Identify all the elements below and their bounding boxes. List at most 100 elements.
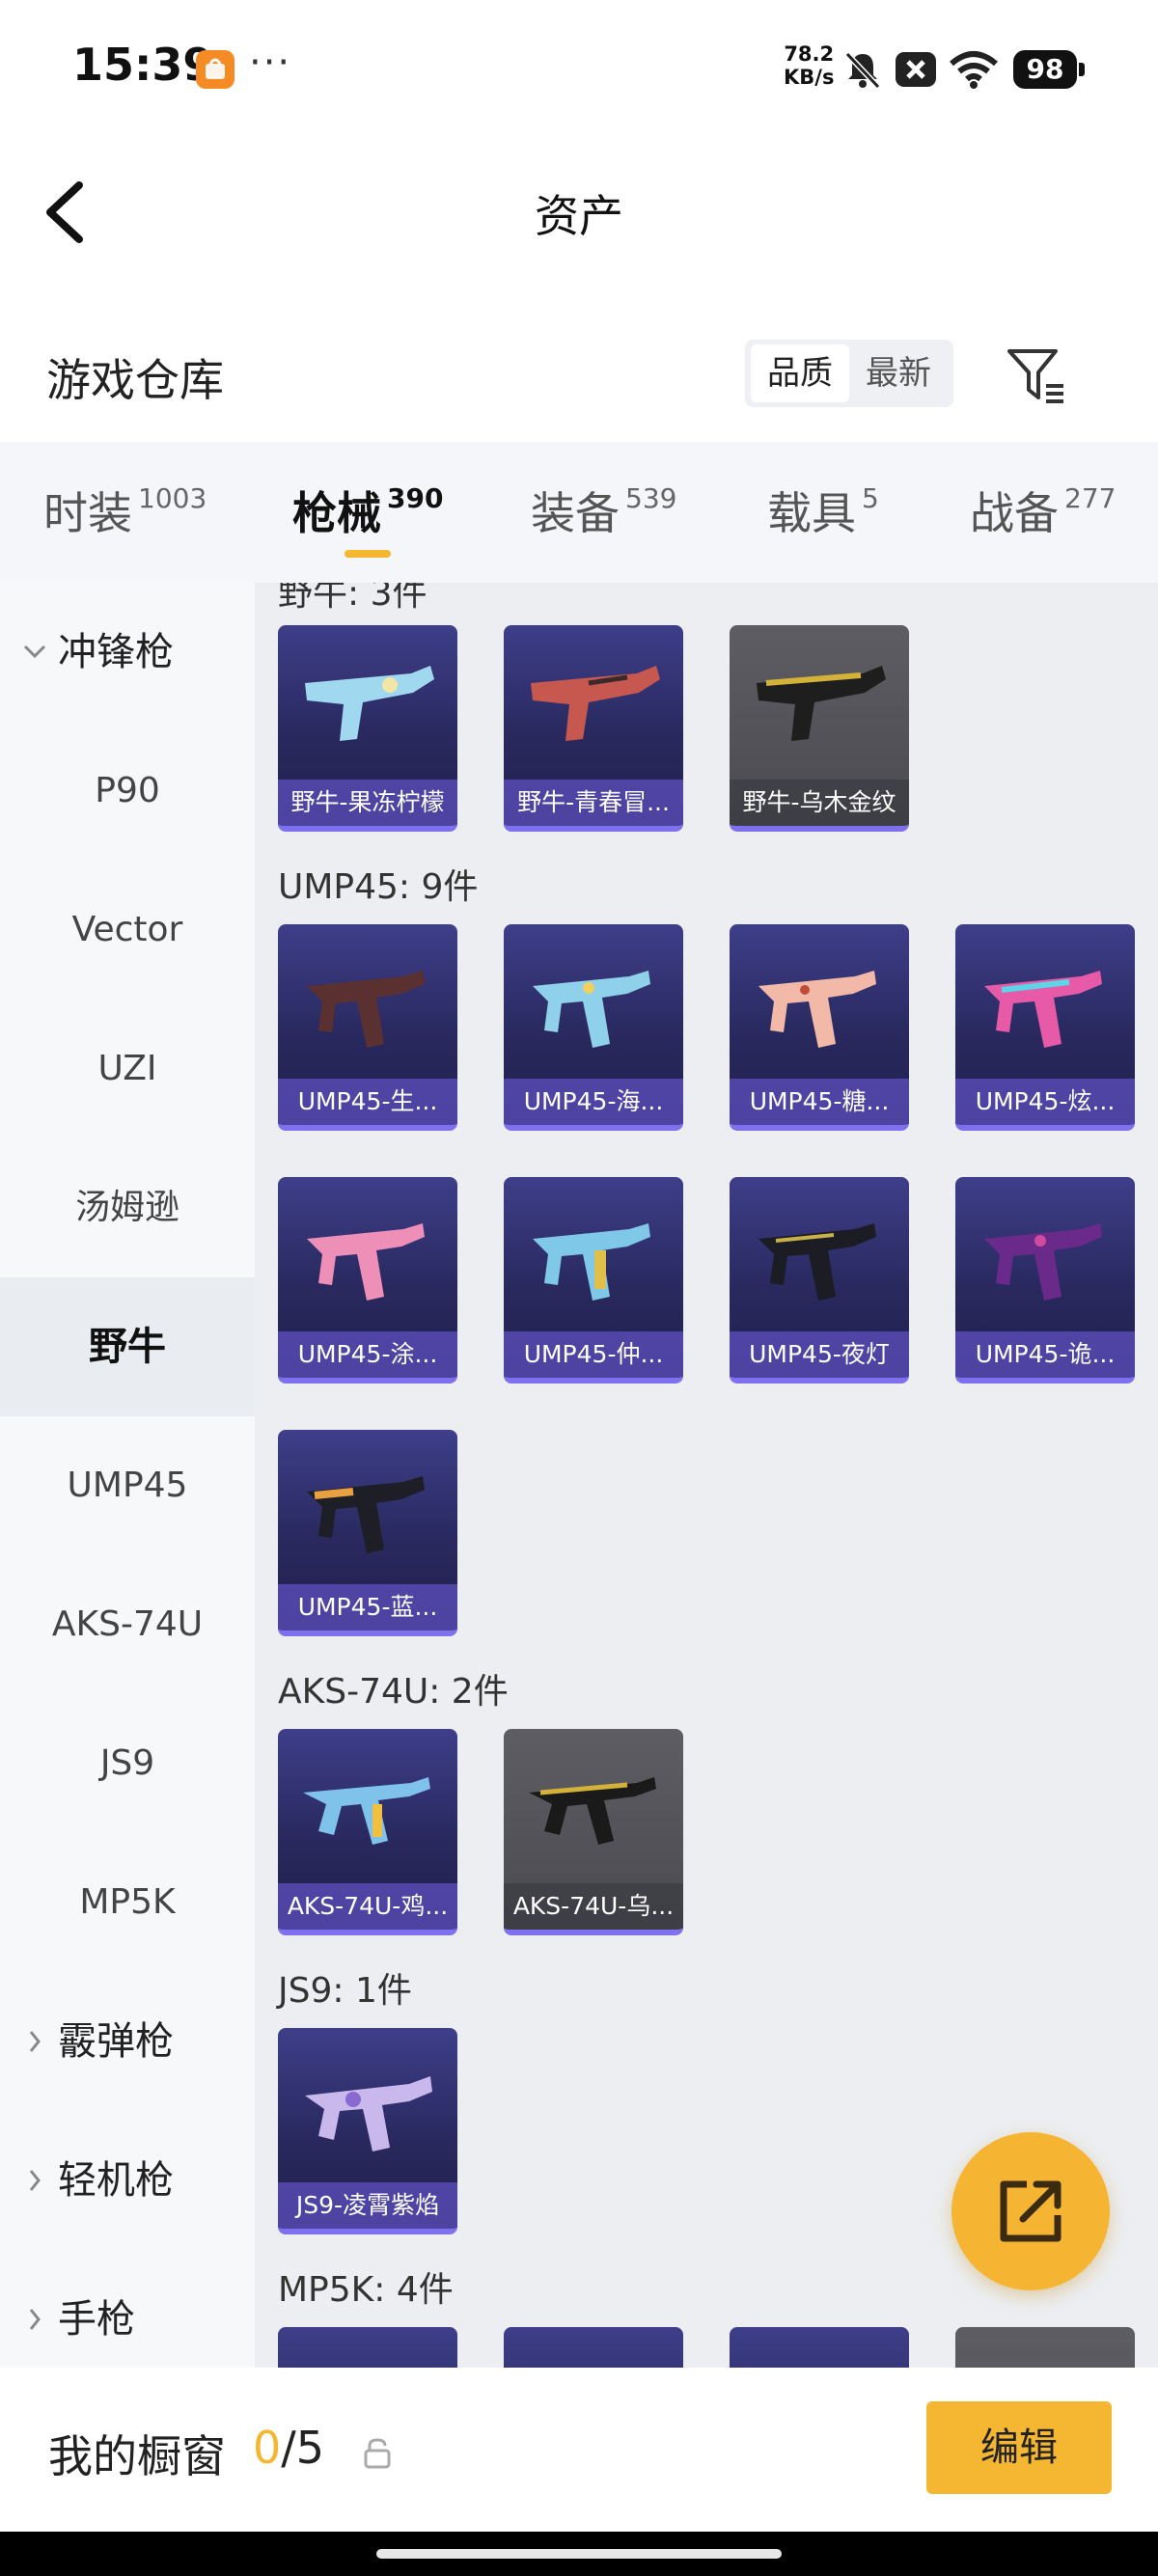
weapon-category-sidebar: 冲锋枪 P90 Vector UZI 汤姆逊 野牛 UMP45 AKS-74U …	[0, 583, 255, 2368]
weapon-card-label: UMP45-糖...	[730, 1079, 909, 1125]
tab-label: 装备	[531, 487, 620, 539]
ump45-gun-icon	[533, 971, 650, 1048]
tab-firearms[interactable]: 枪械 390	[292, 479, 443, 542]
sidebar-item-bison[interactable]: 野牛	[0, 1277, 255, 1416]
sort-toggle: 品质 最新	[745, 340, 953, 407]
weapon-card-label: UMP45-生...	[278, 1079, 457, 1125]
sidebar-item-uzi[interactable]: UZI	[0, 1000, 255, 1138]
edit-button[interactable]: 编辑	[926, 2401, 1112, 2494]
bison-gun-icon	[305, 666, 434, 741]
sidebar-item-p90[interactable]: P90	[0, 722, 255, 861]
tab-count: 539	[625, 482, 677, 514]
status-bar: 15:39 ··· 78.2 KB/s 98	[0, 0, 1158, 135]
weapon-card-label: 野牛-青春冒...	[504, 780, 683, 826]
active-tab-indicator	[345, 550, 391, 558]
sidebar-group-shotgun[interactable]: 霰弹枪	[0, 1972, 255, 2111]
weapon-card[interactable]: JS9-凌霄紫焰	[278, 2028, 457, 2234]
sidebar-item-thompson[interactable]: 汤姆逊	[0, 1138, 255, 1277]
tab-equipment[interactable]: 装备 539	[531, 479, 676, 542]
weapon-card-label: UMP45-诡...	[955, 1331, 1135, 1378]
weapon-card[interactable]	[730, 2327, 909, 2368]
sidebar-group-label: 冲锋枪	[58, 630, 174, 674]
filter-button[interactable]	[1004, 343, 1067, 407]
tab-label: 时装	[43, 487, 132, 539]
showcase-count: 0/5	[253, 2422, 324, 2474]
net-speed: 78.2 KB/s	[784, 42, 834, 89]
sidebar-group-pistol[interactable]: 手枪	[0, 2250, 255, 2368]
chevron-right-icon	[21, 2250, 48, 2368]
weapon-card-label: UMP45-海...	[504, 1079, 683, 1125]
tab-label: 战备	[970, 487, 1059, 539]
showcase-label: 我的橱窗	[48, 2430, 226, 2482]
group-label-ump45: UMP45: 9件	[278, 867, 479, 907]
sidebar-item-mp5k[interactable]: MP5K	[0, 1833, 255, 1972]
sidebar-group-smg[interactable]: 冲锋枪	[0, 583, 255, 722]
title-bar: 资产	[0, 135, 1158, 280]
weapon-card[interactable]	[278, 2327, 457, 2368]
weapon-card[interactable]: UMP45-海...	[504, 924, 683, 1131]
wifi-icon	[950, 51, 998, 89]
system-nav-bar	[0, 2532, 1158, 2576]
weapon-card[interactable]: UMP45-生...	[278, 924, 457, 1131]
net-speed-unit: KB/s	[784, 66, 835, 89]
weapon-card-label: 野牛-果冻柠檬	[278, 780, 457, 826]
sidebar-item-aks74u[interactable]: AKS-74U	[0, 1555, 255, 1694]
home-gesture-handle[interactable]	[376, 2549, 782, 2559]
weapon-card[interactable]: UMP45-糖...	[730, 924, 909, 1131]
share-button[interactable]	[951, 2132, 1110, 2290]
weapon-card[interactable]: UMP45-蓝...	[278, 1430, 457, 1636]
weapon-card-label: UMP45-夜灯	[730, 1331, 909, 1378]
sort-option-quality[interactable]: 品质	[751, 344, 849, 402]
ump45-gun-icon	[758, 971, 876, 1048]
weapon-card[interactable]: 野牛-乌木金纹	[730, 625, 909, 832]
showcase-bar: 我的橱窗 0/5 编辑	[0, 2368, 1158, 2532]
share-external-icon	[1000, 2180, 1062, 2242]
sidebar-item-vector[interactable]: Vector	[0, 861, 255, 1000]
weapon-card-label: UMP45-仲...	[504, 1331, 683, 1378]
weapon-card[interactable]	[504, 2327, 683, 2368]
weapon-card[interactable]: 野牛-青春冒...	[504, 625, 683, 832]
aks74u-gun-icon	[529, 1777, 656, 1845]
status-time: 15:39	[72, 39, 214, 91]
lock-icon	[364, 2438, 391, 2469]
bison-gun-icon	[757, 666, 886, 741]
weapon-card[interactable]: AKS-74U-鸡...	[278, 1729, 457, 1935]
tab-count: 1003	[138, 482, 207, 514]
weapon-card[interactable]: AKS-74U-乌...	[504, 1729, 683, 1935]
weapon-card[interactable]	[955, 2327, 1135, 2368]
net-speed-value: 78.2	[784, 42, 835, 66]
weapon-card-label: 野牛-乌木金纹	[730, 780, 909, 826]
weapon-card[interactable]: UMP45-炫...	[955, 924, 1135, 1131]
sidebar-item-js9[interactable]: JS9	[0, 1694, 255, 1833]
ump45-gun-icon	[307, 1476, 425, 1553]
filter-icon	[1007, 349, 1063, 403]
ump45-gun-icon	[758, 1223, 876, 1301]
section-title: 游戏仓库	[46, 354, 224, 406]
aks74u-gun-icon	[303, 1777, 430, 1845]
weapon-card[interactable]: UMP45-涂...	[278, 1177, 457, 1384]
weapon-card[interactable]: UMP45-诡...	[955, 1177, 1135, 1384]
more-notifications-icon: ···	[249, 41, 292, 85]
tab-count: 5	[862, 482, 879, 514]
tab-tactical[interactable]: 战备 277	[970, 479, 1116, 542]
tab-fashion[interactable]: 时装 1003	[43, 479, 207, 542]
weapon-grid: 野牛: 3件 野牛-果冻柠檬 野牛-青春冒... 野牛-乌木金纹 UMP45: …	[255, 583, 1158, 2368]
weapon-card[interactable]: UMP45-仲...	[504, 1177, 683, 1384]
tab-label: 载具	[767, 487, 856, 539]
tab-vehicles[interactable]: 载具 5	[767, 479, 879, 542]
group-label-bison: 野牛: 3件	[278, 583, 427, 614]
page-title: 资产	[535, 190, 623, 242]
group-label-js9: JS9: 1件	[278, 1971, 412, 2011]
sidebar-item-ump45[interactable]: UMP45	[0, 1416, 255, 1555]
sort-option-newest[interactable]: 最新	[849, 344, 948, 402]
weapon-card-label: JS9-凌霄紫焰	[278, 2182, 457, 2229]
weapon-card[interactable]: UMP45-夜灯	[730, 1177, 909, 1384]
js9-gun-icon	[305, 2076, 432, 2151]
showcase-total: /5	[281, 2422, 325, 2474]
category-tabs: 时装 1003 枪械 390 装备 539 载具 5 战备 277	[0, 442, 1158, 583]
sidebar-group-lmg[interactable]: 轻机枪	[0, 2111, 255, 2250]
weapon-card[interactable]: 野牛-果冻柠檬	[278, 625, 457, 832]
weapon-card-label: UMP45-炫...	[955, 1079, 1135, 1125]
sidebar-group-label: 手枪	[58, 2297, 135, 2342]
ump45-gun-icon	[533, 1223, 650, 1301]
